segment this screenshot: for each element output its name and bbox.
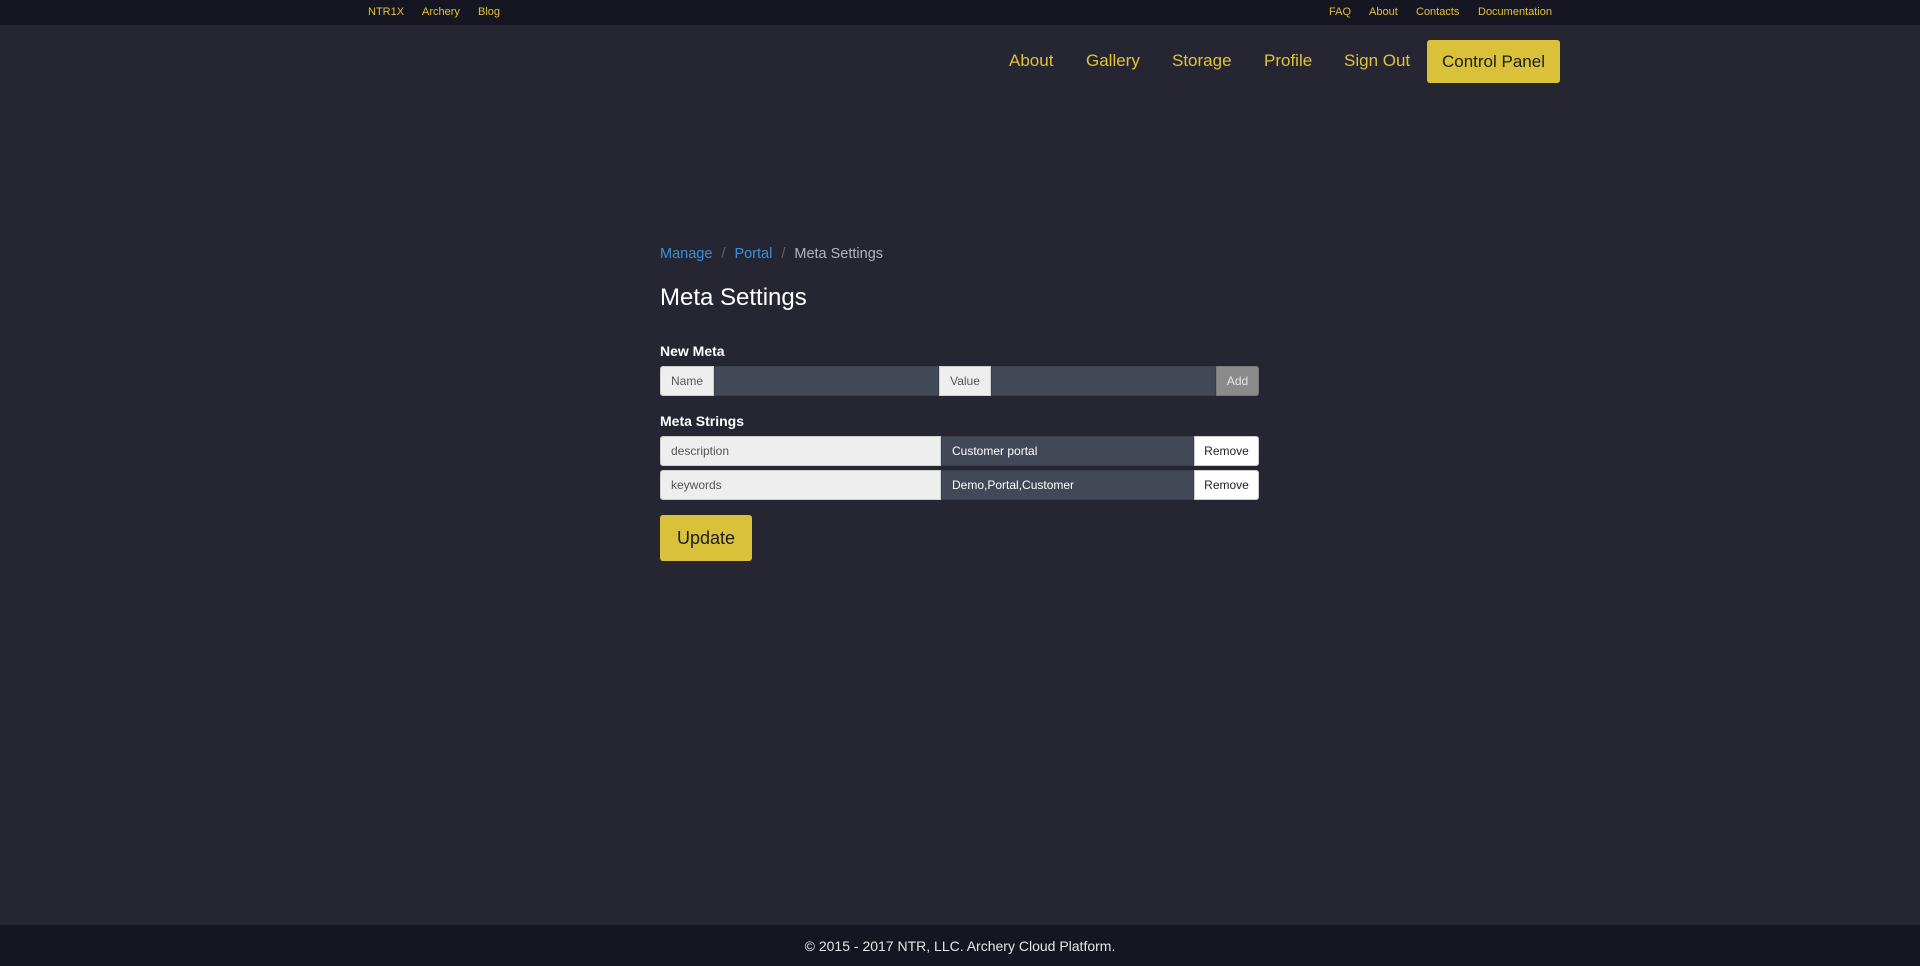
new-meta-name-input[interactable] xyxy=(714,366,939,396)
nav-gallery[interactable]: Gallery xyxy=(1086,51,1140,71)
page-title: Meta Settings xyxy=(660,284,807,311)
value-addon-label: Value xyxy=(939,366,991,396)
new-meta-heading: New Meta xyxy=(660,343,725,359)
topbar-link-about[interactable]: About xyxy=(1369,6,1398,18)
topbar-link-ntr1x[interactable]: NTR1X xyxy=(368,6,404,18)
remove-meta-button[interactable]: Remove xyxy=(1194,470,1259,500)
topbar-link-archery[interactable]: Archery xyxy=(422,6,460,18)
control-panel-button[interactable]: Control Panel xyxy=(1427,40,1560,83)
breadcrumb: Manage / Portal / Meta Settings xyxy=(660,246,883,262)
meta-value-field[interactable] xyxy=(941,470,1194,500)
name-addon-label: Name xyxy=(660,366,714,396)
meta-strings-heading: Meta Strings xyxy=(660,413,745,429)
meta-name-field[interactable] xyxy=(660,436,941,466)
top-utility-bar: NTR1X Archery Blog FAQ About Contacts Do… xyxy=(0,0,1920,25)
add-meta-button[interactable]: Add xyxy=(1216,366,1259,396)
topbar-link-faq[interactable]: FAQ xyxy=(1329,6,1351,18)
nav-sign-out[interactable]: Sign Out xyxy=(1344,51,1410,71)
update-button[interactable]: Update xyxy=(660,515,752,561)
topbar-link-contacts[interactable]: Contacts xyxy=(1416,6,1459,18)
breadcrumb-portal[interactable]: Portal xyxy=(734,246,772,262)
footer-copyright: © 2015 - 2017 NTR, LLC. Archery Cloud Pl… xyxy=(804,937,1116,954)
meta-value-field[interactable] xyxy=(941,436,1194,466)
nav-profile[interactable]: Profile xyxy=(1264,51,1312,71)
nav-storage[interactable]: Storage xyxy=(1172,51,1232,71)
topbar-link-documentation[interactable]: Documentation xyxy=(1478,6,1552,18)
breadcrumb-separator: / xyxy=(721,246,726,262)
meta-name-field[interactable] xyxy=(660,470,941,500)
footer: © 2015 - 2017 NTR, LLC. Archery Cloud Pl… xyxy=(0,925,1920,966)
nav-about[interactable]: About xyxy=(1009,51,1053,71)
breadcrumb-separator: / xyxy=(781,246,786,262)
breadcrumb-current: Meta Settings xyxy=(794,246,884,262)
new-meta-value-input[interactable] xyxy=(991,366,1216,396)
remove-meta-button[interactable]: Remove xyxy=(1194,436,1259,466)
breadcrumb-manage[interactable]: Manage xyxy=(660,246,712,262)
topbar-link-blog[interactable]: Blog xyxy=(478,6,500,18)
